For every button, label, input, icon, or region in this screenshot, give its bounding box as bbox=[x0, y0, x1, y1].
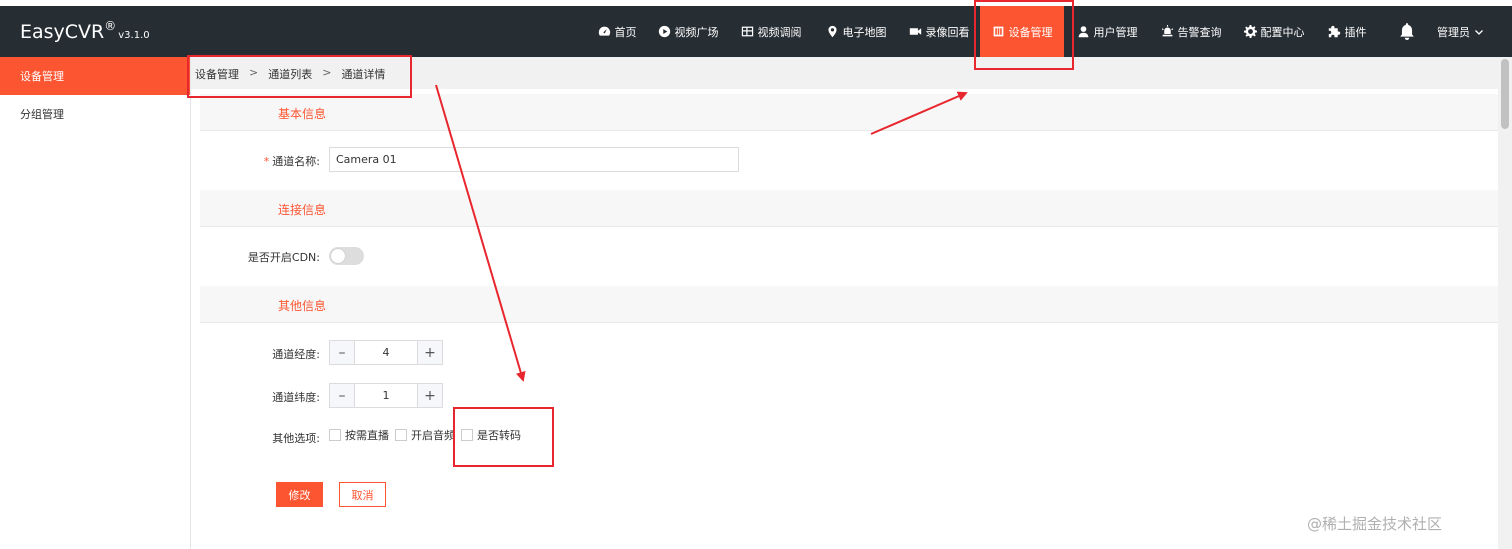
checkbox-on-demand-live[interactable]: 按需直播 bbox=[329, 427, 389, 443]
channel-detail-form: 基本信息 *通道名称: 连接信息 是否开启CDN: 其他信息 通道经度: – 4… bbox=[200, 89, 1512, 549]
toggle-knob bbox=[331, 249, 345, 263]
decrement-button[interactable]: – bbox=[330, 341, 355, 364]
nav-playback[interactable]: 录像回看 bbox=[903, 6, 975, 57]
annotation-box-nav bbox=[974, 0, 1074, 70]
cdn-label: 是否开启CDN: bbox=[247, 251, 320, 264]
channel-name-label: * 通道名称: bbox=[263, 155, 320, 168]
play-circle-icon bbox=[658, 25, 670, 38]
dashboard-icon bbox=[598, 26, 610, 36]
watermark: @稀土掘金技术社区 bbox=[1307, 515, 1443, 533]
user-icon bbox=[1078, 26, 1088, 38]
section-other-info: 其他信息 bbox=[200, 286, 1512, 323]
longitude-label: 通道经度: bbox=[272, 348, 320, 361]
annotation-box-transcode bbox=[453, 407, 554, 467]
top-navbar: EasyCVR®v3.1.0 首页 视频广场 视频调阅 电子地图 录像回看 设备… bbox=[0, 6, 1512, 57]
other-options-label: 其他选项: bbox=[272, 432, 320, 445]
nav-e-map[interactable]: 电子地图 bbox=[820, 6, 892, 57]
nav-user-management[interactable]: 用户管理 bbox=[1072, 6, 1142, 57]
latitude-stepper: – 1 + bbox=[329, 383, 443, 408]
nav-video-square[interactable]: 视频广场 bbox=[652, 6, 724, 57]
cancel-button[interactable]: 取消 bbox=[339, 482, 386, 507]
sidebar: 设备管理 分组管理 bbox=[0, 57, 191, 549]
latitude-label: 通道纬度: bbox=[272, 391, 320, 404]
chevron-down-icon bbox=[1475, 29, 1483, 35]
checkbox-box[interactable] bbox=[395, 429, 407, 441]
annotation-box-breadcrumb bbox=[187, 55, 412, 98]
increment-button[interactable]: + bbox=[417, 384, 442, 407]
user-name: 管理员 bbox=[1437, 25, 1470, 39]
longitude-stepper: – 4 + bbox=[329, 340, 443, 365]
submit-button[interactable]: 修改 bbox=[276, 482, 323, 507]
main-content: 设备管理 > 通道列表 > 通道详情 基本信息 *通道名称: 连接信息 是否开启… bbox=[191, 57, 1512, 549]
map-pin-icon bbox=[827, 25, 837, 38]
section-title: 基本信息 bbox=[278, 107, 327, 121]
page-scrollbar[interactable] bbox=[1498, 57, 1512, 549]
section-basic-info: 基本信息 bbox=[200, 94, 1512, 131]
longitude-value[interactable]: 4 bbox=[355, 341, 417, 364]
nav-video-browse[interactable]: 视频调阅 bbox=[735, 6, 807, 57]
checkbox-box[interactable] bbox=[329, 429, 341, 441]
sidebar-item-group-management[interactable]: 分组管理 bbox=[0, 95, 190, 133]
cdn-toggle[interactable] bbox=[329, 247, 364, 265]
app-logo[interactable]: EasyCVR®v3.1.0 bbox=[20, 19, 150, 43]
puzzle-icon bbox=[1328, 25, 1340, 38]
video-camera-icon bbox=[909, 28, 921, 35]
nav-config-center[interactable]: 配置中心 bbox=[1238, 6, 1310, 57]
required-mark: * bbox=[263, 155, 270, 168]
app-name: EasyCVR bbox=[20, 21, 105, 43]
sidebar-item-device-management[interactable]: 设备管理 bbox=[0, 57, 190, 95]
alarm-icon bbox=[1161, 25, 1173, 37]
section-connection-info: 连接信息 bbox=[200, 190, 1512, 227]
app-version: v3.1.0 bbox=[118, 30, 150, 41]
scrollbar-thumb[interactable] bbox=[1501, 59, 1509, 129]
increment-button[interactable]: + bbox=[417, 341, 442, 364]
nav-alarm-query[interactable]: 告警查询 bbox=[1155, 6, 1227, 57]
section-title: 连接信息 bbox=[278, 203, 327, 217]
user-menu[interactable]: 管理员 bbox=[1437, 6, 1484, 57]
gear-icon bbox=[1243, 25, 1257, 38]
registered-mark: ® bbox=[104, 19, 117, 33]
latitude-value[interactable]: 1 bbox=[355, 384, 417, 407]
decrement-button[interactable]: – bbox=[330, 384, 355, 407]
bell-icon[interactable] bbox=[1398, 22, 1416, 40]
section-title: 其他信息 bbox=[278, 299, 327, 313]
checkbox-enable-audio[interactable]: 开启音频 bbox=[395, 427, 455, 443]
channel-name-input[interactable] bbox=[329, 147, 739, 172]
nav-home[interactable]: 首页 bbox=[592, 6, 642, 57]
nav-plugins[interactable]: 插件 bbox=[1322, 6, 1372, 57]
grid-icon bbox=[741, 26, 753, 37]
